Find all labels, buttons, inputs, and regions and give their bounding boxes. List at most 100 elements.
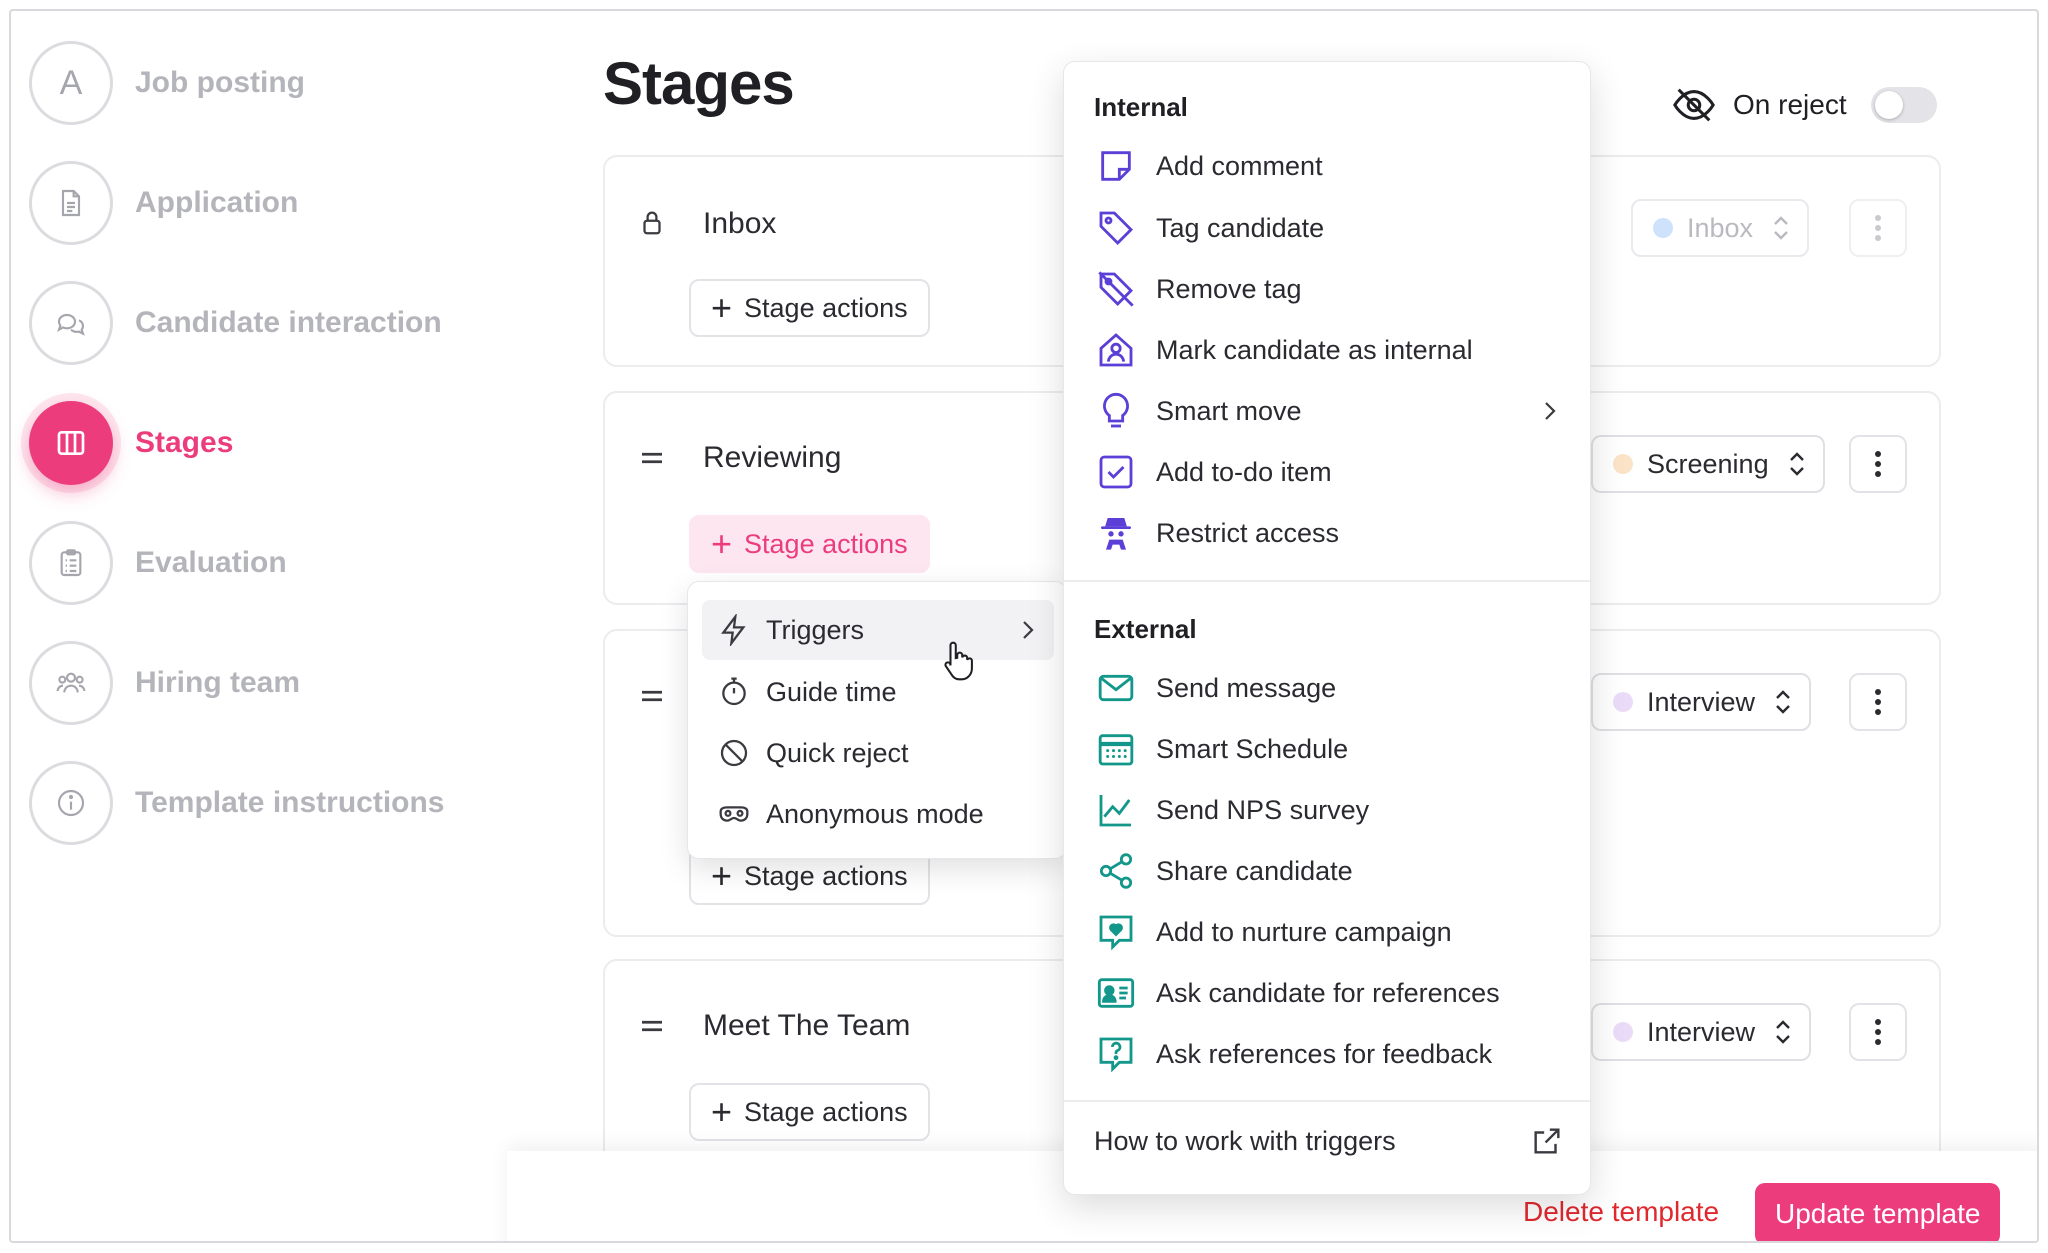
prohibited-icon bbox=[720, 739, 748, 767]
sidebar-item-stages[interactable]: Stages bbox=[29, 401, 549, 485]
lightbulb-icon bbox=[1103, 392, 1129, 428]
id-card-icon bbox=[1097, 978, 1135, 1008]
chevron-up-down-icon bbox=[1776, 1020, 1790, 1044]
color-dot bbox=[1613, 454, 1633, 474]
trigger-send-nps[interactable]: Send NPS survey bbox=[1086, 782, 1570, 838]
stage-type-select[interactable]: Interview bbox=[1591, 673, 1812, 731]
color-dot bbox=[1653, 218, 1673, 238]
menu-item-quick-reject[interactable]: Quick reject bbox=[702, 723, 1054, 783]
trigger-ask-references[interactable]: Ask candidate for references bbox=[1086, 965, 1570, 1021]
trigger-smart-move[interactable]: Smart move bbox=[1086, 383, 1570, 439]
trigger-smart-schedule[interactable]: Smart Schedule bbox=[1086, 721, 1570, 777]
color-dot bbox=[1613, 1022, 1633, 1042]
plus-icon: + bbox=[711, 855, 733, 896]
on-reject-label: On reject bbox=[1733, 89, 1847, 120]
delete-template-button[interactable]: Delete template bbox=[1523, 1196, 1719, 1228]
trigger-references-feedback[interactable]: Ask references for feedback bbox=[1086, 1026, 1570, 1082]
chevron-right-icon bbox=[1023, 621, 1034, 639]
clipboard-icon bbox=[29, 521, 113, 605]
trigger-label: Send NPS survey bbox=[1156, 794, 1370, 825]
trigger-label: Remove tag bbox=[1156, 273, 1302, 304]
trigger-mark-internal[interactable]: Mark candidate as internal bbox=[1086, 322, 1570, 378]
sidebar-item-evaluation[interactable]: Evaluation bbox=[29, 521, 549, 605]
stage-actions-button[interactable]: + Stage actions bbox=[689, 1083, 930, 1141]
eye-off-icon bbox=[1673, 88, 1715, 122]
house-user-icon bbox=[1099, 333, 1133, 367]
drag-handle-icon[interactable] bbox=[637, 1011, 667, 1041]
page-title: Stages bbox=[603, 50, 795, 117]
trigger-add-todo[interactable]: Add to-do item bbox=[1086, 444, 1570, 500]
sidebar-item-candidate-interaction[interactable]: Candidate interaction bbox=[29, 281, 549, 365]
trigger-restrict-access[interactable]: Restrict access bbox=[1086, 505, 1570, 561]
trigger-label: Restrict access bbox=[1156, 517, 1340, 548]
footer-link-label: How to work with triggers bbox=[1094, 1125, 1396, 1156]
on-reject-toggle[interactable] bbox=[1870, 87, 1937, 123]
letter-a-icon: A bbox=[29, 41, 113, 125]
sidebar-item-application[interactable]: Application bbox=[29, 161, 549, 245]
stage-type-select[interactable]: Screening bbox=[1591, 435, 1825, 493]
stage-name: Reviewing bbox=[703, 441, 842, 474]
menu-item-guide-time[interactable]: Guide time bbox=[702, 662, 1054, 722]
drag-handle-icon[interactable] bbox=[637, 443, 667, 473]
stage-more-button[interactable] bbox=[1849, 1003, 1907, 1061]
envelope-icon bbox=[1098, 674, 1134, 702]
menu-divider bbox=[1064, 1100, 1590, 1102]
chart-line-icon bbox=[1099, 795, 1131, 827]
stage-actions-button[interactable]: + Stage actions bbox=[689, 279, 930, 337]
hand-pointer-icon bbox=[944, 641, 973, 681]
menu-item-label: Guide time bbox=[766, 676, 897, 707]
plus-icon: + bbox=[711, 1091, 733, 1132]
document-icon bbox=[29, 161, 113, 245]
kebab-icon bbox=[1875, 1019, 1881, 1045]
sidebar-item-label: Stages bbox=[135, 426, 234, 459]
stage-type-select[interactable]: Inbox bbox=[1631, 199, 1810, 257]
tag-off-icon bbox=[1098, 271, 1134, 307]
trigger-label: Smart move bbox=[1156, 395, 1302, 426]
stage-actions-button[interactable]: + Stage actions bbox=[689, 515, 930, 573]
menu-item-label: Quick reject bbox=[766, 737, 909, 768]
drag-handle-icon[interactable] bbox=[637, 681, 667, 711]
sidebar-item-label: Application bbox=[135, 186, 299, 219]
stage-more-button[interactable] bbox=[1849, 673, 1907, 731]
trigger-add-comment[interactable]: Add comment bbox=[1086, 138, 1570, 194]
update-template-button[interactable]: Update template bbox=[1755, 1183, 2001, 1241]
menu-item-label: Anonymous mode bbox=[766, 798, 984, 829]
sidebar-item-label: Template instructions bbox=[135, 786, 445, 819]
sidebar-item-label: Job posting bbox=[135, 66, 305, 99]
trigger-share-candidate[interactable]: Share candidate bbox=[1086, 843, 1570, 899]
trigger-label: Tag candidate bbox=[1156, 212, 1325, 243]
question-message-icon bbox=[1099, 1037, 1133, 1073]
sidebar-item-job-posting[interactable]: A Job posting bbox=[29, 41, 549, 125]
toggle-knob bbox=[1874, 91, 1903, 119]
trigger-remove-tag[interactable]: Remove tag bbox=[1086, 261, 1570, 317]
stage-actions-label: Stage actions bbox=[744, 860, 908, 891]
stage-type-value: Inbox bbox=[1687, 212, 1754, 243]
chevron-up-down-icon bbox=[1789, 452, 1804, 476]
sidebar-item-template-instructions[interactable]: Template instructions bbox=[29, 761, 549, 845]
trigger-nurture-campaign[interactable]: Add to nurture campaign bbox=[1086, 904, 1570, 960]
stage-more-button[interactable] bbox=[1849, 435, 1907, 493]
menu-item-triggers[interactable]: Triggers bbox=[702, 600, 1054, 660]
users-icon bbox=[29, 641, 113, 725]
external-heading: External bbox=[1094, 614, 1197, 644]
stage-type-value: Screening bbox=[1647, 448, 1769, 479]
chevron-right-icon bbox=[1545, 402, 1556, 420]
on-reject-control: On reject bbox=[1671, 83, 1937, 127]
stage-more-button[interactable] bbox=[1849, 199, 1907, 257]
trigger-label: Share candidate bbox=[1156, 855, 1353, 886]
menu-item-anonymous-mode[interactable]: Anonymous mode bbox=[702, 784, 1054, 844]
how-to-work-with-triggers-link[interactable]: How to work with triggers bbox=[1094, 1116, 1564, 1166]
internal-heading: Internal bbox=[1094, 92, 1188, 122]
app-window: A Job posting Application Candidate inte… bbox=[9, 9, 2039, 1243]
external-link-icon bbox=[1534, 1128, 1560, 1154]
tag-icon bbox=[1099, 211, 1134, 246]
sidebar-item-hiring-team[interactable]: Hiring team bbox=[29, 641, 549, 725]
trigger-tag-candidate[interactable]: Tag candidate bbox=[1086, 200, 1570, 256]
trigger-send-message[interactable]: Send message bbox=[1086, 660, 1570, 716]
stage-type-value: Interview bbox=[1647, 686, 1756, 717]
stage-type-select[interactable]: Interview bbox=[1591, 1003, 1812, 1061]
trigger-label: Mark candidate as internal bbox=[1156, 334, 1473, 365]
trigger-label: Add to-do item bbox=[1156, 456, 1332, 487]
chat-bubbles-icon bbox=[29, 281, 113, 365]
kebab-icon bbox=[1875, 215, 1881, 241]
